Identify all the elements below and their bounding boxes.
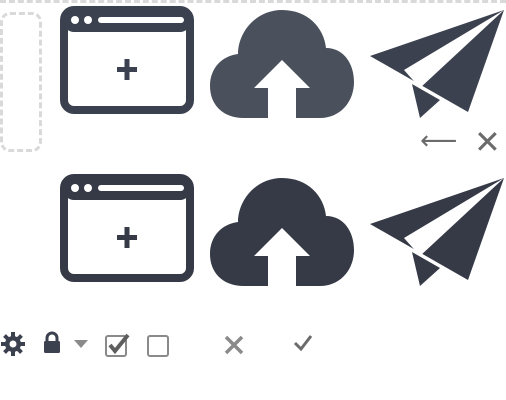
dashed-top-border	[0, 0, 506, 3]
new-window-icon[interactable]	[60, 6, 194, 114]
gear-icon[interactable]	[0, 331, 26, 357]
checkmark-icon	[292, 333, 314, 353]
cloud-upload-icon[interactable]	[208, 176, 356, 288]
caret-down-icon[interactable]	[73, 339, 89, 349]
checkbox-checked-icon[interactable]	[104, 332, 132, 358]
paper-plane-icon[interactable]	[368, 176, 506, 288]
checkbox-empty-icon[interactable]	[146, 334, 170, 358]
paper-plane-icon[interactable]	[368, 8, 506, 120]
cloud-upload-icon[interactable]	[208, 8, 356, 120]
new-window-icon[interactable]	[60, 174, 194, 282]
empty-drop-slot[interactable]	[0, 12, 42, 152]
lock-icon[interactable]	[42, 331, 62, 355]
back-arrow-icon[interactable]: ⟵	[420, 128, 457, 154]
close-icon[interactable]: ✕	[474, 126, 501, 158]
close-icon[interactable]	[222, 333, 246, 357]
